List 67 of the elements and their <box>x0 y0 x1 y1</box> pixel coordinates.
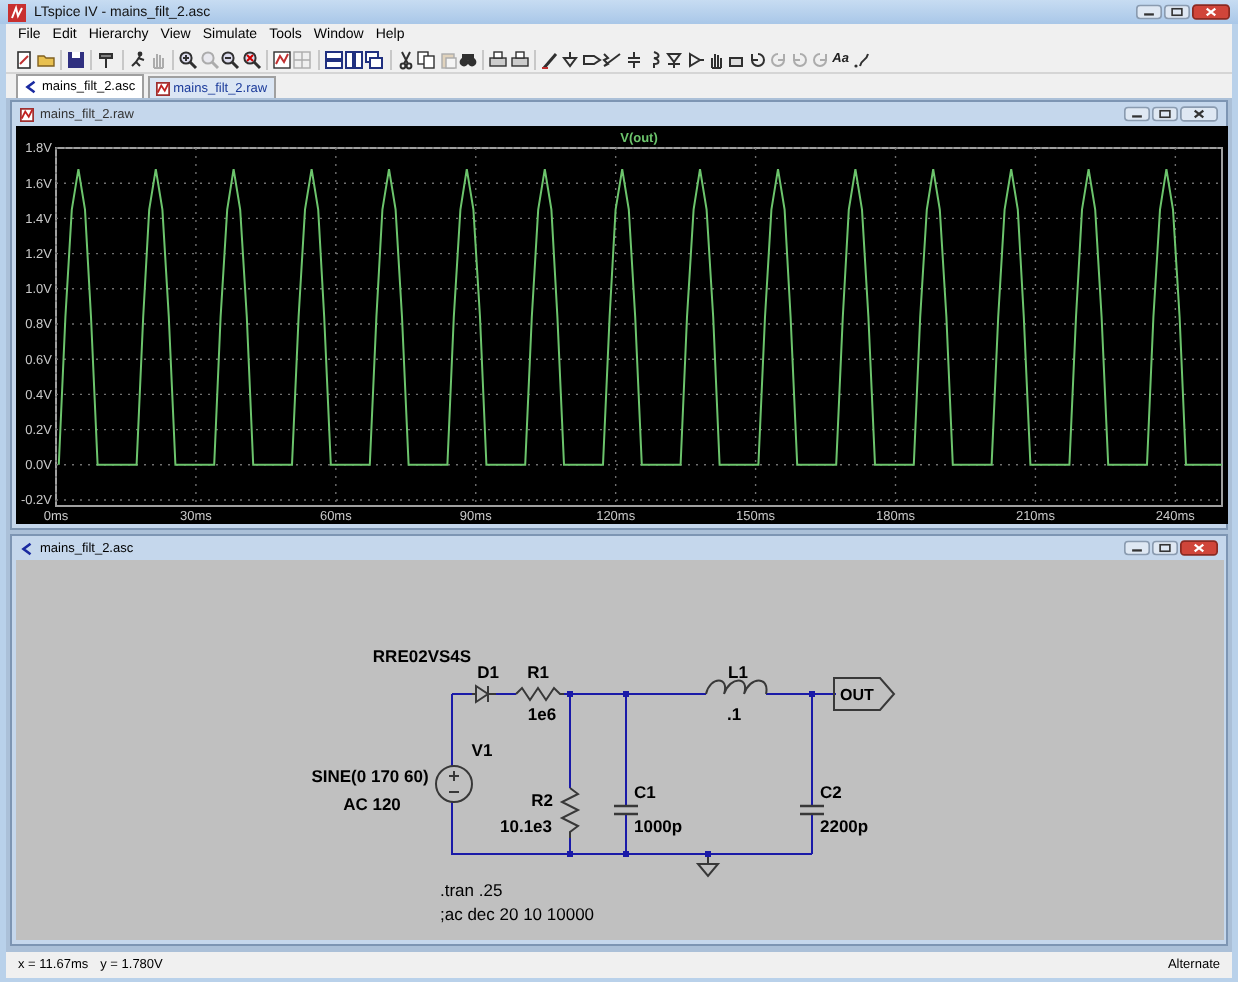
print-preview-icon[interactable] <box>509 49 530 69</box>
close-icon[interactable] <box>1180 106 1218 122</box>
hammer-icon[interactable] <box>96 49 117 69</box>
horizontal-tiles-icon[interactable] <box>323 49 344 69</box>
component-ref-label: L1 <box>728 662 748 682</box>
close-icon[interactable] <box>1180 540 1218 556</box>
net-label-text: OUT <box>840 686 874 704</box>
net-label-icon[interactable] <box>581 49 602 69</box>
app-icon <box>8 3 26 21</box>
chart-icon[interactable] <box>271 49 292 69</box>
waveform-icon <box>20 107 34 121</box>
close-icon[interactable] <box>1192 4 1230 20</box>
component-ref-label: C1 <box>634 782 656 802</box>
undo-icon[interactable] <box>747 49 768 69</box>
magnifier-cross-icon[interactable] <box>241 49 262 69</box>
diode-symbol <box>471 685 497 703</box>
spice-directive-icon[interactable] <box>851 49 872 69</box>
component-value-label: .1 <box>726 704 742 724</box>
schematic-icon <box>20 541 34 555</box>
maximize-icon[interactable] <box>1164 4 1190 20</box>
printer-icon[interactable] <box>488 49 509 69</box>
component-value-label: 1000p <box>634 816 683 836</box>
zoom-out-icon[interactable] <box>220 49 241 69</box>
component-ref-label: V1 <box>471 740 493 760</box>
component-value-label: 1e6 <box>527 704 557 724</box>
capacitor-symbol <box>612 804 640 816</box>
schematic-icon <box>24 80 38 94</box>
component-ref-label: D1 <box>477 662 499 682</box>
component-ref-label: C2 <box>820 782 842 802</box>
hand-icon[interactable] <box>706 49 727 69</box>
resistor-symbol <box>559 787 581 839</box>
copy-icon[interactable] <box>416 49 437 69</box>
resistor-symbol <box>515 686 565 702</box>
vertical-tiles-icon[interactable] <box>344 49 365 69</box>
capacitor-symbol <box>798 804 826 816</box>
cascade-windows-icon[interactable] <box>364 49 385 69</box>
capacitor-icon[interactable] <box>623 49 644 69</box>
component-value-label: RRE02VS4S <box>372 646 472 666</box>
component-value-label: SINE(0 170 60) <box>311 766 429 786</box>
minimize-icon[interactable] <box>1136 4 1162 20</box>
wire <box>495 693 517 695</box>
net-label-flag <box>833 677 896 711</box>
component-value-label: AC 120 <box>343 794 401 814</box>
component-value-label: 2200p <box>820 816 869 836</box>
component-value-label: 10.1e3 <box>500 816 552 836</box>
zoom-in-icon[interactable] <box>178 49 199 69</box>
component-icon[interactable] <box>685 49 706 69</box>
ground-icon[interactable] <box>560 49 581 69</box>
spice-directive: ;ac dec 20 10 10000 <box>440 904 595 924</box>
binoculars-icon[interactable] <box>457 49 478 69</box>
running-figure-icon[interactable] <box>127 49 148 69</box>
page-icon[interactable] <box>14 49 35 69</box>
voltage-source-symbol <box>435 765 473 803</box>
inductor-symbol <box>705 679 768 695</box>
diode-icon[interactable] <box>664 49 685 69</box>
maximize-icon[interactable] <box>1152 106 1178 122</box>
scissors-icon[interactable] <box>395 49 416 69</box>
minimize-icon[interactable] <box>1124 540 1150 556</box>
minimize-icon[interactable] <box>1124 106 1150 122</box>
maximize-icon[interactable] <box>1152 540 1178 556</box>
component-ref-label: R2 <box>531 790 553 810</box>
resistor-icon[interactable] <box>602 49 623 69</box>
component-ref-label: R1 <box>527 662 549 682</box>
ground-symbol <box>697 853 721 877</box>
waveform-icon <box>155 81 170 95</box>
pencil-icon[interactable] <box>540 49 561 69</box>
spice-directive: .tran .25 <box>440 880 503 900</box>
